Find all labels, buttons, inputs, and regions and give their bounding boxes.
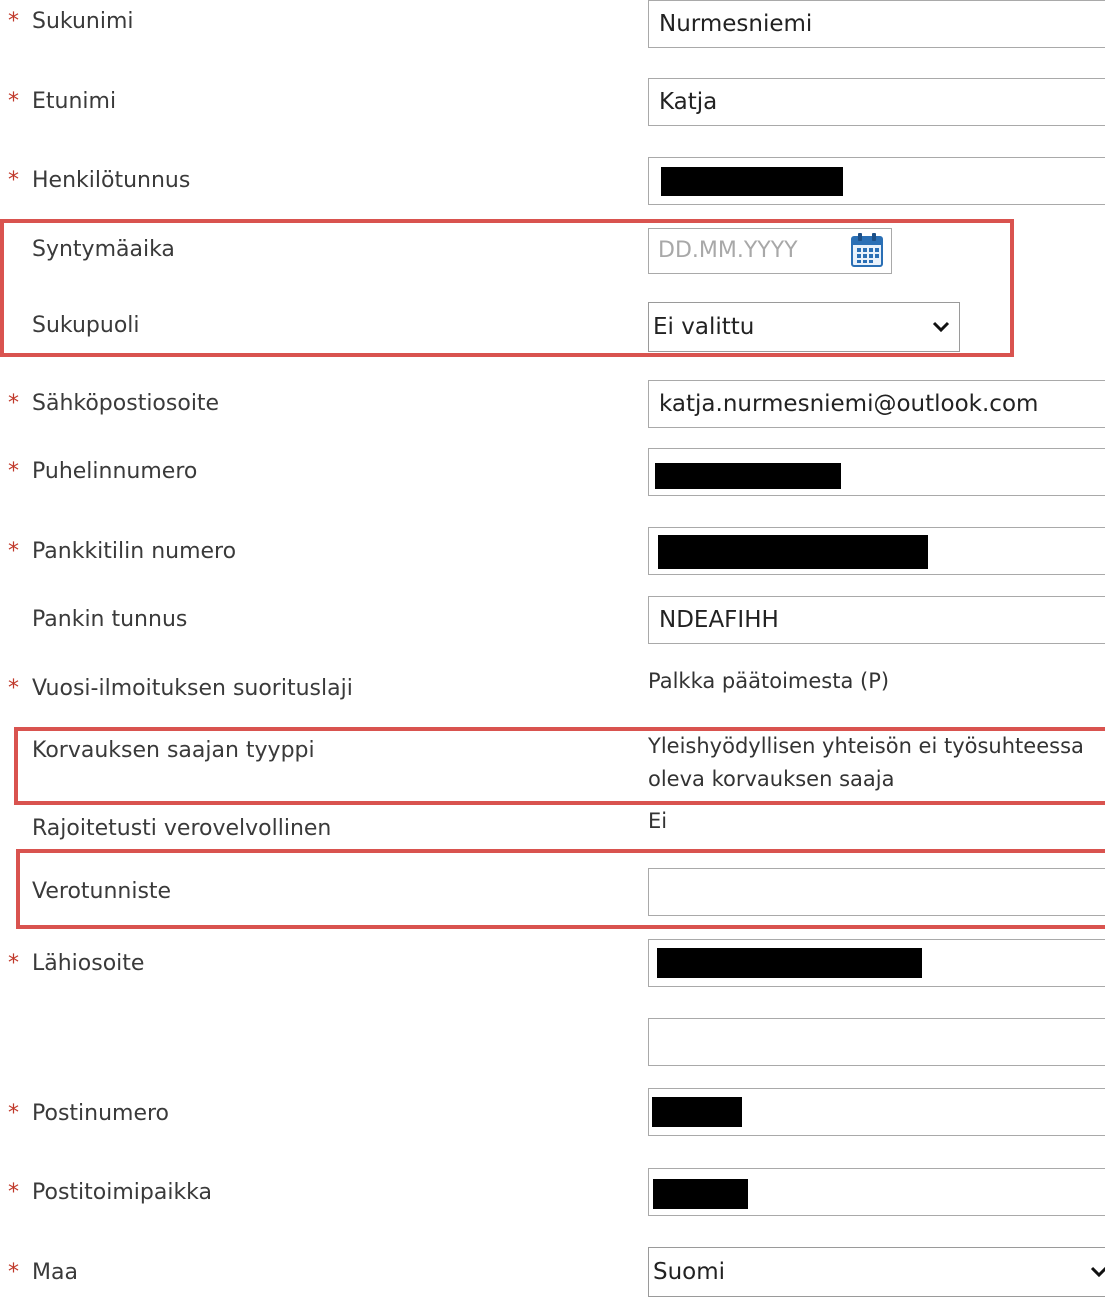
label-pankin-tunnus: Pankin tunnus: [32, 607, 188, 632]
required-marker: *: [8, 539, 19, 564]
label-saajan-tyyppi: Korvauksen saajan tyyppi: [32, 738, 315, 763]
required-marker: *: [8, 459, 19, 484]
label-henkilotunnus: Henkilötunnus: [32, 168, 191, 193]
saajan-tyyppi-value-line1: Yleishyödyllisen yhteisön ei työsuhteess…: [648, 734, 1084, 758]
label-postitoimipaikka: Postitoimipaikka: [32, 1180, 213, 1205]
saajan-tyyppi-value-line2: oleva korvauksen saaja: [648, 767, 895, 791]
label-sukupuoli: Sukupuoli: [32, 313, 140, 338]
suorituslaji-value: Palkka päätoimesta (P): [648, 669, 890, 693]
required-marker: *: [8, 1260, 19, 1285]
label-pankkitili: Pankkitilin numero: [32, 539, 237, 564]
label-rajoitetusti: Rajoitetusti verovelvollinen: [32, 816, 332, 841]
redaction-bank-account: [658, 535, 928, 569]
required-marker: *: [8, 676, 19, 701]
label-etunimi: Etunimi: [32, 89, 117, 114]
label-syntymaaika: Syntymäaika: [32, 237, 175, 262]
label-sahkoposti: Sähköpostiosoite: [32, 391, 220, 416]
label-postinumero: Postinumero: [32, 1101, 170, 1126]
country-select-value: Suomi: [653, 1259, 726, 1285]
calendar-icon[interactable]: [850, 232, 884, 268]
email-field[interactable]: katja.nurmesniemi@outlook.com: [648, 380, 1105, 428]
required-marker: *: [8, 391, 19, 416]
redaction-street-address: [657, 948, 922, 978]
tax-id-input[interactable]: [648, 868, 1105, 916]
redaction-phone: [655, 463, 841, 489]
label-puhelin: Puhelinnumero: [32, 459, 198, 484]
bank-code-input[interactable]: NDEAFIHH: [648, 596, 1105, 644]
country-select[interactable]: Suomi: [648, 1247, 1105, 1297]
label-lahiosoite: Lähiosoite: [32, 951, 145, 976]
gender-select-value: Ei valittu: [653, 314, 755, 340]
rajoitetusti-value: Ei: [648, 809, 668, 833]
label-suorituslaji: Vuosi-ilmoituksen suorituslaji: [32, 676, 353, 701]
redaction-postal-code: [652, 1097, 742, 1127]
required-marker: *: [8, 9, 19, 34]
required-marker: *: [8, 89, 19, 114]
etunimi-input[interactable]: Katja: [648, 78, 1105, 126]
label-sukunimi: Sukunimi: [32, 9, 134, 34]
required-marker: *: [8, 168, 19, 193]
sukunimi-input[interactable]: Nurmesniemi: [648, 0, 1105, 48]
required-marker: *: [8, 1101, 19, 1126]
redaction-city: [653, 1179, 748, 1209]
required-marker: *: [8, 1180, 19, 1205]
chevron-down-icon: [1090, 1266, 1105, 1278]
label-verotunniste: Verotunniste: [32, 879, 172, 904]
gender-select[interactable]: Ei valittu: [648, 302, 960, 352]
chevron-down-icon: [932, 321, 950, 333]
street-address-line2-input[interactable]: [648, 1018, 1105, 1066]
required-marker: *: [8, 951, 19, 976]
redaction-henkilotunnus: [661, 167, 843, 196]
label-maa: Maa: [32, 1260, 78, 1285]
